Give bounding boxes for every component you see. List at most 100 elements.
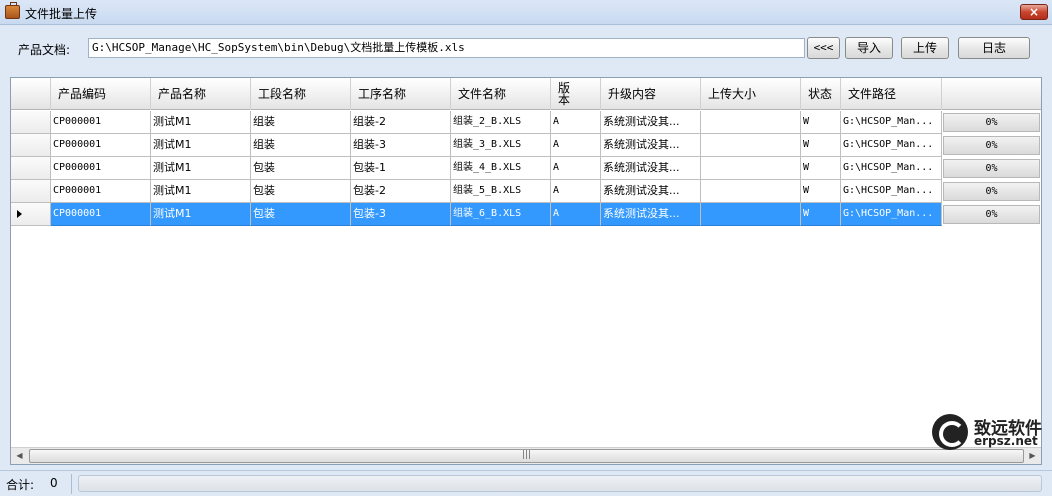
upload-button[interactable]: 上传: [901, 37, 949, 59]
file-grid[interactable]: 产品编码 产品名称 工段名称 工序名称 文件名称 版本 升级内容 上传大小 状态…: [10, 77, 1042, 465]
col-product-code[interactable]: 产品编码: [51, 78, 151, 110]
cell-version[interactable]: A: [551, 134, 601, 157]
cell-product-name[interactable]: 测试M1: [151, 157, 251, 180]
cell-file-path[interactable]: G:\HCSOP_Man...: [841, 134, 942, 157]
arrow-left-icon[interactable]: ◀: [11, 448, 28, 464]
cell-product-code[interactable]: CP000001: [51, 180, 151, 203]
cell-upgrade[interactable]: 系统测试没其...: [601, 203, 701, 226]
briefcase-icon: [5, 2, 20, 19]
cell-file-name[interactable]: 组装_5_B.XLS: [451, 180, 551, 203]
cell-upload-size[interactable]: [701, 180, 801, 203]
close-button[interactable]: ×: [1020, 4, 1048, 20]
cell-upgrade[interactable]: 系统测试没其...: [601, 134, 701, 157]
cell-progress: 0%: [942, 111, 1041, 134]
col-file-path[interactable]: 文件路径: [841, 78, 942, 110]
cell-section-name[interactable]: 组装: [251, 134, 351, 157]
cell-product-code[interactable]: CP000001: [51, 203, 151, 226]
cell-version[interactable]: A: [551, 203, 601, 226]
col-version[interactable]: 版本: [551, 78, 601, 110]
row-header[interactable]: [11, 180, 51, 203]
cell-file-path[interactable]: G:\HCSOP_Man...: [841, 180, 942, 203]
cell-status[interactable]: W: [801, 111, 841, 134]
cell-process-name[interactable]: 包装-1: [351, 157, 451, 180]
total-label: 合计:: [6, 478, 35, 492]
watermark: 致远软件 erpsz.net: [932, 412, 1042, 452]
cell-section-name[interactable]: 包装: [251, 203, 351, 226]
upload-progress-bar: 0%: [943, 205, 1040, 224]
cell-process-name[interactable]: 包装-3: [351, 203, 451, 226]
browse-button[interactable]: <<<: [807, 37, 840, 59]
log-button[interactable]: 日志: [958, 37, 1030, 59]
cell-product-code[interactable]: CP000001: [51, 134, 151, 157]
cell-process-name[interactable]: 包装-2: [351, 180, 451, 203]
window-title: 文件批量上传: [25, 7, 98, 21]
table-row[interactable]: CP000001 测试M1 组装 组装-3 组装_3_B.XLS A 系统测试没其... W G…: [11, 134, 1041, 157]
upload-progress-bar: 0%: [943, 113, 1040, 132]
close-icon: ×: [1028, 5, 1040, 19]
cell-progress: 0%: [942, 134, 1041, 157]
table-row[interactable]: CP000001 测试M1 包装 包装-2 组装_5_B.XLS A 系统测试没其... W G…: [11, 180, 1041, 203]
cell-file-path[interactable]: G:\HCSOP_Man...: [841, 157, 942, 180]
cell-file-name[interactable]: 组装_2_B.XLS: [451, 111, 551, 134]
cell-progress: 0%: [942, 180, 1041, 203]
cell-product-name[interactable]: 测试M1: [151, 180, 251, 203]
cell-product-name[interactable]: 测试M1: [151, 203, 251, 226]
cell-version[interactable]: A: [551, 157, 601, 180]
cell-file-path[interactable]: G:\HCSOP_Man...: [841, 203, 942, 226]
row-header[interactable]: [11, 111, 51, 134]
cell-upgrade[interactable]: 系统测试没其...: [601, 180, 701, 203]
table-row[interactable]: CP000001 测试M1 包装 包装-3 组装_6_B.XLS A 系统测试没其... W G…: [11, 203, 1041, 226]
cell-upload-size[interactable]: [701, 157, 801, 180]
col-upload-size[interactable]: 上传大小: [701, 78, 801, 110]
cell-status[interactable]: W: [801, 134, 841, 157]
watermark-logo-icon: [932, 414, 968, 450]
cell-status[interactable]: W: [801, 157, 841, 180]
col-version-label: 版本: [558, 81, 571, 107]
col-progress[interactable]: [942, 78, 1041, 110]
cell-section-name[interactable]: 包装: [251, 157, 351, 180]
col-process-name[interactable]: 工序名称: [351, 78, 451, 110]
cell-version[interactable]: A: [551, 111, 601, 134]
upload-progress-bar: 0%: [943, 182, 1040, 201]
horizontal-scrollbar[interactable]: ◀ ||| ▶: [11, 447, 1041, 464]
status-divider: [71, 474, 72, 494]
cell-file-name[interactable]: 组装_6_B.XLS: [451, 203, 551, 226]
title-bar: 文件批量上传 ×: [0, 0, 1052, 25]
cell-upload-size[interactable]: [701, 203, 801, 226]
col-file-name[interactable]: 文件名称: [451, 78, 551, 110]
cell-product-name[interactable]: 测试M1: [151, 134, 251, 157]
watermark-domain: erpsz.net: [974, 434, 1038, 448]
cell-upgrade[interactable]: 系统测试没其...: [601, 157, 701, 180]
cell-progress: 0%: [942, 203, 1041, 226]
cell-product-code[interactable]: CP000001: [51, 157, 151, 180]
row-header[interactable]: [11, 157, 51, 180]
cell-section-name[interactable]: 包装: [251, 180, 351, 203]
cell-status[interactable]: W: [801, 180, 841, 203]
doc-label: 产品文档:: [18, 43, 71, 57]
cell-upload-size[interactable]: [701, 134, 801, 157]
doc-path-field[interactable]: G:\HCSOP_Manage\HC_SopSystem\bin\Debug\文…: [88, 38, 805, 58]
cell-process-name[interactable]: 组装-3: [351, 134, 451, 157]
cell-file-name[interactable]: 组装_3_B.XLS: [451, 134, 551, 157]
cell-file-path[interactable]: G:\HCSOP_Man...: [841, 111, 942, 134]
triangle-right-icon[interactable]: [11, 203, 51, 226]
table-row[interactable]: CP000001 测试M1 包装 包装-1 组装_4_B.XLS A 系统测试没其... W G…: [11, 157, 1041, 180]
col-product-name[interactable]: 产品名称: [151, 78, 251, 110]
cell-section-name[interactable]: 组装: [251, 111, 351, 134]
cell-upgrade[interactable]: 系统测试没其...: [601, 111, 701, 134]
row-header[interactable]: [11, 134, 51, 157]
cell-version[interactable]: A: [551, 180, 601, 203]
cell-file-name[interactable]: 组装_4_B.XLS: [451, 157, 551, 180]
cell-product-code[interactable]: CP000001: [51, 111, 151, 134]
cell-product-name[interactable]: 测试M1: [151, 111, 251, 134]
col-upgrade[interactable]: 升级内容: [601, 78, 701, 110]
scrollbar-thumb[interactable]: |||: [29, 449, 1024, 463]
cell-upload-size[interactable]: [701, 111, 801, 134]
scroll-grip: |||: [521, 450, 532, 460]
col-status[interactable]: 状态: [801, 78, 841, 110]
cell-status[interactable]: W: [801, 203, 841, 226]
table-row[interactable]: CP000001 测试M1 组装 组装-2 组装_2_B.XLS A 系统测试没其... W G…: [11, 111, 1041, 134]
cell-process-name[interactable]: 组装-2: [351, 111, 451, 134]
import-button[interactable]: 导入: [845, 37, 893, 59]
col-section-name[interactable]: 工段名称: [251, 78, 351, 110]
